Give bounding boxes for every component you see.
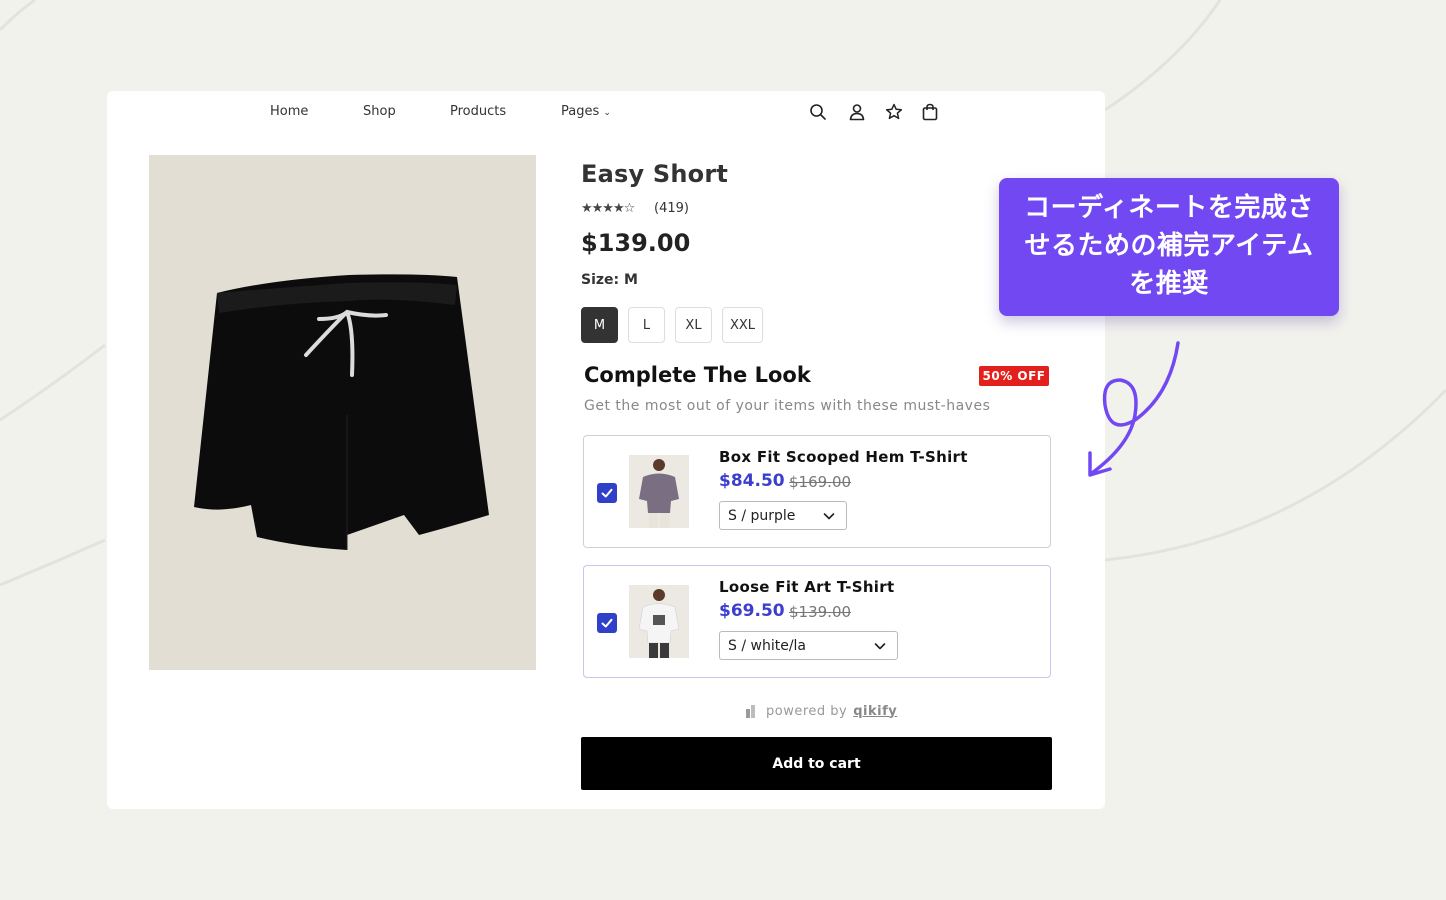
review-count[interactable]: (419) [654, 201, 689, 216]
item-name[interactable]: Loose Fit Art T-Shirt [719, 578, 894, 596]
size-option-xl[interactable]: XL [675, 307, 712, 343]
chevron-down-icon [874, 643, 886, 650]
item-checkbox[interactable] [597, 483, 617, 503]
size-option-xxl[interactable]: XXL [722, 307, 763, 343]
size-option-m[interactable]: M [581, 307, 618, 343]
item-thumbnail[interactable] [629, 455, 689, 528]
size-label: Size: M [581, 272, 638, 288]
product-title: Easy Short [581, 160, 729, 188]
chevron-down-icon [823, 513, 835, 520]
nav-products-link[interactable]: Products [450, 104, 506, 119]
discount-badge: 50% OFF [979, 366, 1049, 386]
qikify-logo-icon [746, 705, 755, 718]
complete-look-title: Complete The Look [584, 363, 811, 387]
variant-select[interactable]: S / white/la [719, 631, 898, 660]
powered-by: powered by qikify [744, 703, 897, 719]
product-image-shorts [149, 155, 536, 670]
shopping-bag-icon[interactable] [920, 102, 940, 122]
nav-home-link[interactable]: Home [270, 104, 308, 119]
item-thumbnail[interactable] [629, 585, 689, 658]
complete-look-subtitle: Get the most out of your items with thes… [584, 398, 991, 414]
user-icon[interactable] [847, 102, 867, 122]
item-old-price: $139.00 [789, 603, 852, 621]
nav-shop-link[interactable]: Shop [363, 104, 396, 119]
bundle-item-card: Box Fit Scooped Hem T-Shirt $84.50 $169.… [583, 435, 1051, 548]
checkmark-icon [601, 488, 613, 498]
item-price: $84.50 [719, 471, 785, 491]
search-icon[interactable] [808, 102, 828, 122]
bundle-item-card: Loose Fit Art T-Shirt $69.50 $139.00 S /… [583, 565, 1051, 678]
variant-value: S / white/la [728, 637, 807, 654]
item-name[interactable]: Box Fit Scooped Hem T-Shirt [719, 448, 968, 466]
add-to-cart-button[interactable]: Add to cart [581, 737, 1052, 790]
item-checkbox[interactable] [597, 613, 617, 633]
powered-by-text: powered by [766, 703, 848, 719]
qikify-link[interactable]: qikify [853, 704, 897, 719]
checkmark-icon [601, 618, 613, 628]
item-old-price: $169.00 [789, 473, 852, 491]
curly-arrow-icon [1088, 341, 1180, 477]
variant-value: S / purple [728, 507, 796, 524]
feature-callout: コーディネートを完成させるための補完アイテムを推奨 [999, 178, 1339, 316]
product-price: $139.00 [581, 229, 691, 257]
item-price: $69.50 [719, 601, 785, 621]
rating-stars-icon: ★★★★☆ [581, 201, 635, 216]
size-option-l[interactable]: L [628, 307, 665, 343]
variant-select[interactable]: S / purple [719, 501, 847, 530]
nav-pages-link[interactable]: Pages ⌄ [561, 104, 611, 119]
chevron-down-icon: ⌄ [603, 108, 611, 118]
nav-pages-label: Pages [561, 104, 600, 119]
wishlist-star-icon[interactable] [884, 102, 904, 122]
